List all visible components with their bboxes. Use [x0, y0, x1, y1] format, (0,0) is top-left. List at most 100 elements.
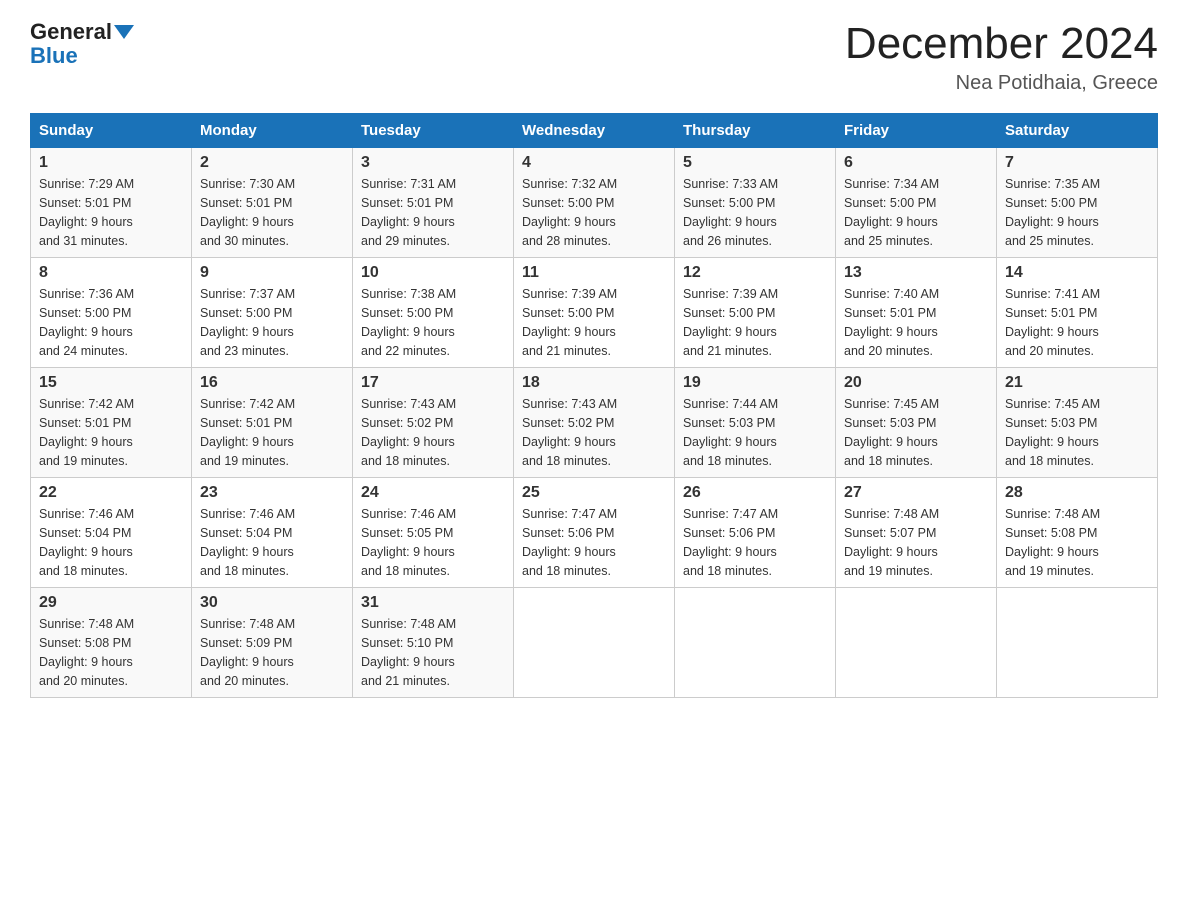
logo-blue-text: Blue — [30, 43, 78, 68]
day-number: 22 — [39, 484, 183, 502]
page-header: General Blue December 2024 Nea Potidhaia… — [30, 20, 1158, 95]
day-info: Sunrise: 7:46 AM Sunset: 5:04 PM Dayligh… — [39, 505, 183, 580]
calendar-cell: 3 Sunrise: 7:31 AM Sunset: 5:01 PM Dayli… — [353, 148, 514, 258]
calendar-cell: 24 Sunrise: 7:46 AM Sunset: 5:05 PM Dayl… — [353, 478, 514, 588]
day-info: Sunrise: 7:43 AM Sunset: 5:02 PM Dayligh… — [522, 395, 666, 470]
week-row-2: 8 Sunrise: 7:36 AM Sunset: 5:00 PM Dayli… — [31, 258, 1158, 368]
day-info: Sunrise: 7:47 AM Sunset: 5:06 PM Dayligh… — [522, 505, 666, 580]
calendar-cell: 20 Sunrise: 7:45 AM Sunset: 5:03 PM Dayl… — [836, 368, 997, 478]
calendar-cell: 29 Sunrise: 7:48 AM Sunset: 5:08 PM Dayl… — [31, 588, 192, 698]
month-title: December 2024 — [845, 20, 1158, 68]
day-info: Sunrise: 7:48 AM Sunset: 5:09 PM Dayligh… — [200, 615, 344, 690]
day-number: 7 — [1005, 154, 1149, 172]
day-number: 8 — [39, 264, 183, 282]
col-thursday: Thursday — [675, 114, 836, 148]
day-number: 16 — [200, 374, 344, 392]
day-number: 19 — [683, 374, 827, 392]
day-info: Sunrise: 7:32 AM Sunset: 5:00 PM Dayligh… — [522, 175, 666, 250]
week-row-4: 22 Sunrise: 7:46 AM Sunset: 5:04 PM Dayl… — [31, 478, 1158, 588]
day-number: 15 — [39, 374, 183, 392]
day-number: 28 — [1005, 484, 1149, 502]
day-info: Sunrise: 7:29 AM Sunset: 5:01 PM Dayligh… — [39, 175, 183, 250]
day-number: 6 — [844, 154, 988, 172]
header-row: Sunday Monday Tuesday Wednesday Thursday… — [31, 114, 1158, 148]
day-number: 18 — [522, 374, 666, 392]
day-info: Sunrise: 7:42 AM Sunset: 5:01 PM Dayligh… — [200, 395, 344, 470]
day-info: Sunrise: 7:31 AM Sunset: 5:01 PM Dayligh… — [361, 175, 505, 250]
calendar-cell — [514, 588, 675, 698]
day-info: Sunrise: 7:48 AM Sunset: 5:08 PM Dayligh… — [39, 615, 183, 690]
week-row-5: 29 Sunrise: 7:48 AM Sunset: 5:08 PM Dayl… — [31, 588, 1158, 698]
calendar-header: Sunday Monday Tuesday Wednesday Thursday… — [31, 114, 1158, 148]
day-number: 17 — [361, 374, 505, 392]
day-number: 21 — [1005, 374, 1149, 392]
calendar-cell: 22 Sunrise: 7:46 AM Sunset: 5:04 PM Dayl… — [31, 478, 192, 588]
calendar-cell: 13 Sunrise: 7:40 AM Sunset: 5:01 PM Dayl… — [836, 258, 997, 368]
day-number: 14 — [1005, 264, 1149, 282]
day-number: 1 — [39, 154, 183, 172]
calendar-cell: 9 Sunrise: 7:37 AM Sunset: 5:00 PM Dayli… — [192, 258, 353, 368]
day-number: 10 — [361, 264, 505, 282]
calendar-cell: 5 Sunrise: 7:33 AM Sunset: 5:00 PM Dayli… — [675, 148, 836, 258]
day-number: 12 — [683, 264, 827, 282]
calendar-cell: 18 Sunrise: 7:43 AM Sunset: 5:02 PM Dayl… — [514, 368, 675, 478]
calendar-body: 1 Sunrise: 7:29 AM Sunset: 5:01 PM Dayli… — [31, 148, 1158, 698]
day-number: 9 — [200, 264, 344, 282]
calendar-cell: 21 Sunrise: 7:45 AM Sunset: 5:03 PM Dayl… — [997, 368, 1158, 478]
day-number: 31 — [361, 594, 505, 612]
location-text: Nea Potidhaia, Greece — [845, 72, 1158, 95]
calendar-cell: 7 Sunrise: 7:35 AM Sunset: 5:00 PM Dayli… — [997, 148, 1158, 258]
col-friday: Friday — [836, 114, 997, 148]
day-info: Sunrise: 7:48 AM Sunset: 5:08 PM Dayligh… — [1005, 505, 1149, 580]
day-info: Sunrise: 7:40 AM Sunset: 5:01 PM Dayligh… — [844, 285, 988, 360]
calendar-cell: 17 Sunrise: 7:43 AM Sunset: 5:02 PM Dayl… — [353, 368, 514, 478]
day-number: 4 — [522, 154, 666, 172]
day-info: Sunrise: 7:41 AM Sunset: 5:01 PM Dayligh… — [1005, 285, 1149, 360]
day-info: Sunrise: 7:37 AM Sunset: 5:00 PM Dayligh… — [200, 285, 344, 360]
day-number: 25 — [522, 484, 666, 502]
day-number: 3 — [361, 154, 505, 172]
day-number: 26 — [683, 484, 827, 502]
day-number: 30 — [200, 594, 344, 612]
day-info: Sunrise: 7:39 AM Sunset: 5:00 PM Dayligh… — [522, 285, 666, 360]
day-info: Sunrise: 7:34 AM Sunset: 5:00 PM Dayligh… — [844, 175, 988, 250]
day-number: 29 — [39, 594, 183, 612]
col-saturday: Saturday — [997, 114, 1158, 148]
day-number: 24 — [361, 484, 505, 502]
day-info: Sunrise: 7:47 AM Sunset: 5:06 PM Dayligh… — [683, 505, 827, 580]
calendar-cell: 28 Sunrise: 7:48 AM Sunset: 5:08 PM Dayl… — [997, 478, 1158, 588]
calendar-cell: 8 Sunrise: 7:36 AM Sunset: 5:00 PM Dayli… — [31, 258, 192, 368]
day-info: Sunrise: 7:39 AM Sunset: 5:00 PM Dayligh… — [683, 285, 827, 360]
day-number: 2 — [200, 154, 344, 172]
day-info: Sunrise: 7:48 AM Sunset: 5:10 PM Dayligh… — [361, 615, 505, 690]
calendar-cell: 1 Sunrise: 7:29 AM Sunset: 5:01 PM Dayli… — [31, 148, 192, 258]
day-number: 13 — [844, 264, 988, 282]
calendar-cell: 16 Sunrise: 7:42 AM Sunset: 5:01 PM Dayl… — [192, 368, 353, 478]
day-info: Sunrise: 7:46 AM Sunset: 5:05 PM Dayligh… — [361, 505, 505, 580]
day-info: Sunrise: 7:38 AM Sunset: 5:00 PM Dayligh… — [361, 285, 505, 360]
day-info: Sunrise: 7:45 AM Sunset: 5:03 PM Dayligh… — [844, 395, 988, 470]
calendar-cell: 10 Sunrise: 7:38 AM Sunset: 5:00 PM Dayl… — [353, 258, 514, 368]
calendar-cell — [675, 588, 836, 698]
day-info: Sunrise: 7:45 AM Sunset: 5:03 PM Dayligh… — [1005, 395, 1149, 470]
day-info: Sunrise: 7:48 AM Sunset: 5:07 PM Dayligh… — [844, 505, 988, 580]
col-wednesday: Wednesday — [514, 114, 675, 148]
calendar-cell: 25 Sunrise: 7:47 AM Sunset: 5:06 PM Dayl… — [514, 478, 675, 588]
day-info: Sunrise: 7:36 AM Sunset: 5:00 PM Dayligh… — [39, 285, 183, 360]
calendar-cell: 14 Sunrise: 7:41 AM Sunset: 5:01 PM Dayl… — [997, 258, 1158, 368]
calendar-cell: 4 Sunrise: 7:32 AM Sunset: 5:00 PM Dayli… — [514, 148, 675, 258]
day-number: 11 — [522, 264, 666, 282]
day-info: Sunrise: 7:46 AM Sunset: 5:04 PM Dayligh… — [200, 505, 344, 580]
col-monday: Monday — [192, 114, 353, 148]
calendar-cell: 27 Sunrise: 7:48 AM Sunset: 5:07 PM Dayl… — [836, 478, 997, 588]
week-row-3: 15 Sunrise: 7:42 AM Sunset: 5:01 PM Dayl… — [31, 368, 1158, 478]
logo: General Blue — [30, 20, 134, 68]
col-sunday: Sunday — [31, 114, 192, 148]
calendar-cell: 15 Sunrise: 7:42 AM Sunset: 5:01 PM Dayl… — [31, 368, 192, 478]
day-info: Sunrise: 7:43 AM Sunset: 5:02 PM Dayligh… — [361, 395, 505, 470]
calendar-cell: 11 Sunrise: 7:39 AM Sunset: 5:00 PM Dayl… — [514, 258, 675, 368]
day-info: Sunrise: 7:30 AM Sunset: 5:01 PM Dayligh… — [200, 175, 344, 250]
calendar-cell — [836, 588, 997, 698]
day-info: Sunrise: 7:42 AM Sunset: 5:01 PM Dayligh… — [39, 395, 183, 470]
week-row-1: 1 Sunrise: 7:29 AM Sunset: 5:01 PM Dayli… — [31, 148, 1158, 258]
